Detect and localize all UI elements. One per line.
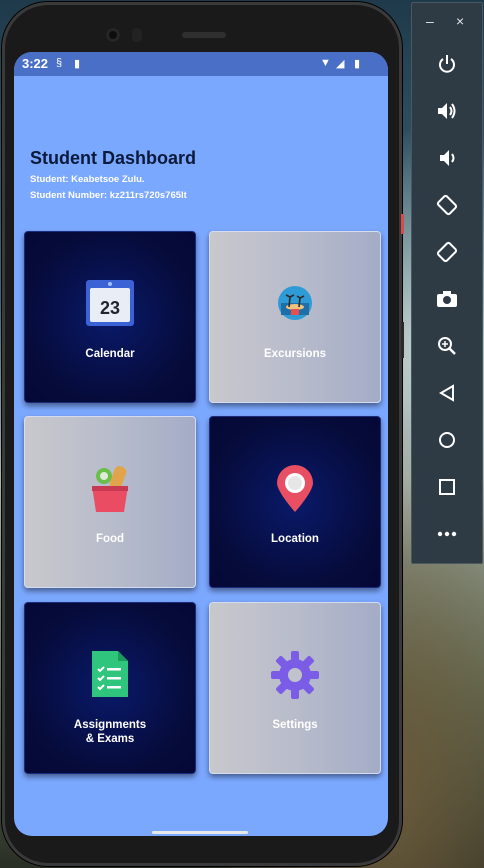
zoom-icon[interactable] xyxy=(432,331,462,361)
camera-icon[interactable] xyxy=(432,284,462,314)
close-button[interactable]: × xyxy=(456,13,464,29)
back-icon[interactable] xyxy=(432,378,462,408)
power-icon[interactable] xyxy=(432,49,462,79)
app-screen: 3:22 § ▮ ▼ ◢ ▮ Student Dashboard Student… xyxy=(14,52,388,836)
tile-food[interactable]: Food xyxy=(24,416,196,588)
tile-settings-label: Settings xyxy=(272,719,318,731)
rotate-right-icon[interactable] xyxy=(432,237,462,267)
home-gesture-bar[interactable] xyxy=(152,831,248,834)
gear-icon xyxy=(270,650,320,705)
tile-location-label: Location xyxy=(271,533,319,545)
tile-settings[interactable]: Settings xyxy=(209,602,381,774)
earpiece-speaker xyxy=(182,32,226,38)
grocery-basket-icon xyxy=(88,464,132,519)
more-icon[interactable] xyxy=(432,519,462,549)
phone-volume-button[interactable] xyxy=(401,322,404,358)
volume-down-icon[interactable] xyxy=(432,143,462,173)
status-bar: 3:22 § ▮ ▼ ◢ ▮ xyxy=(14,52,388,76)
overview-icon[interactable] xyxy=(432,472,462,502)
rotate-left-icon[interactable] xyxy=(432,190,462,220)
tile-location[interactable]: Location xyxy=(209,416,381,588)
tile-assignments-exams[interactable]: Assignments & Exams xyxy=(24,602,196,774)
tile-assignments-label-line2: & Exams xyxy=(85,733,135,745)
signal-icon: ◢ xyxy=(336,58,345,70)
status-time: 3:22 xyxy=(22,56,49,71)
sync-icon: § xyxy=(56,57,63,69)
tile-calendar-label: Calendar xyxy=(85,348,135,360)
calendar-icon: 23 xyxy=(85,278,135,333)
tile-food-label: Food xyxy=(95,533,125,545)
wifi-icon: ▼ xyxy=(320,57,331,69)
minimize-button[interactable]: – xyxy=(426,13,434,29)
tile-excursions-label: Excursions xyxy=(264,348,326,360)
student-name: Student: Keabetsoe Zulu. xyxy=(30,174,145,185)
calendar-day: 23 xyxy=(100,298,120,318)
tile-excursions[interactable]: Excursions xyxy=(209,231,381,403)
phone-side-button[interactable] xyxy=(401,214,404,234)
volume-up-icon[interactable] xyxy=(432,96,462,126)
battery-icon: ▮ xyxy=(354,58,361,70)
tile-calendar[interactable]: 23 Calendar xyxy=(24,231,196,403)
island-icon xyxy=(277,285,313,326)
location-pin-icon xyxy=(275,464,315,519)
student-number: Student Number: kz211rs720s765lt xyxy=(30,190,187,201)
front-sensor xyxy=(132,28,142,42)
checklist-document-icon xyxy=(90,649,130,704)
front-camera xyxy=(106,28,120,42)
tile-assignments-label-line1: Assignments xyxy=(73,719,147,731)
home-icon[interactable] xyxy=(432,425,462,455)
sd-card-icon: ▮ xyxy=(74,58,81,70)
page-title: Student Dashboard xyxy=(30,148,197,168)
emulator-toolbar: – × xyxy=(411,2,483,564)
